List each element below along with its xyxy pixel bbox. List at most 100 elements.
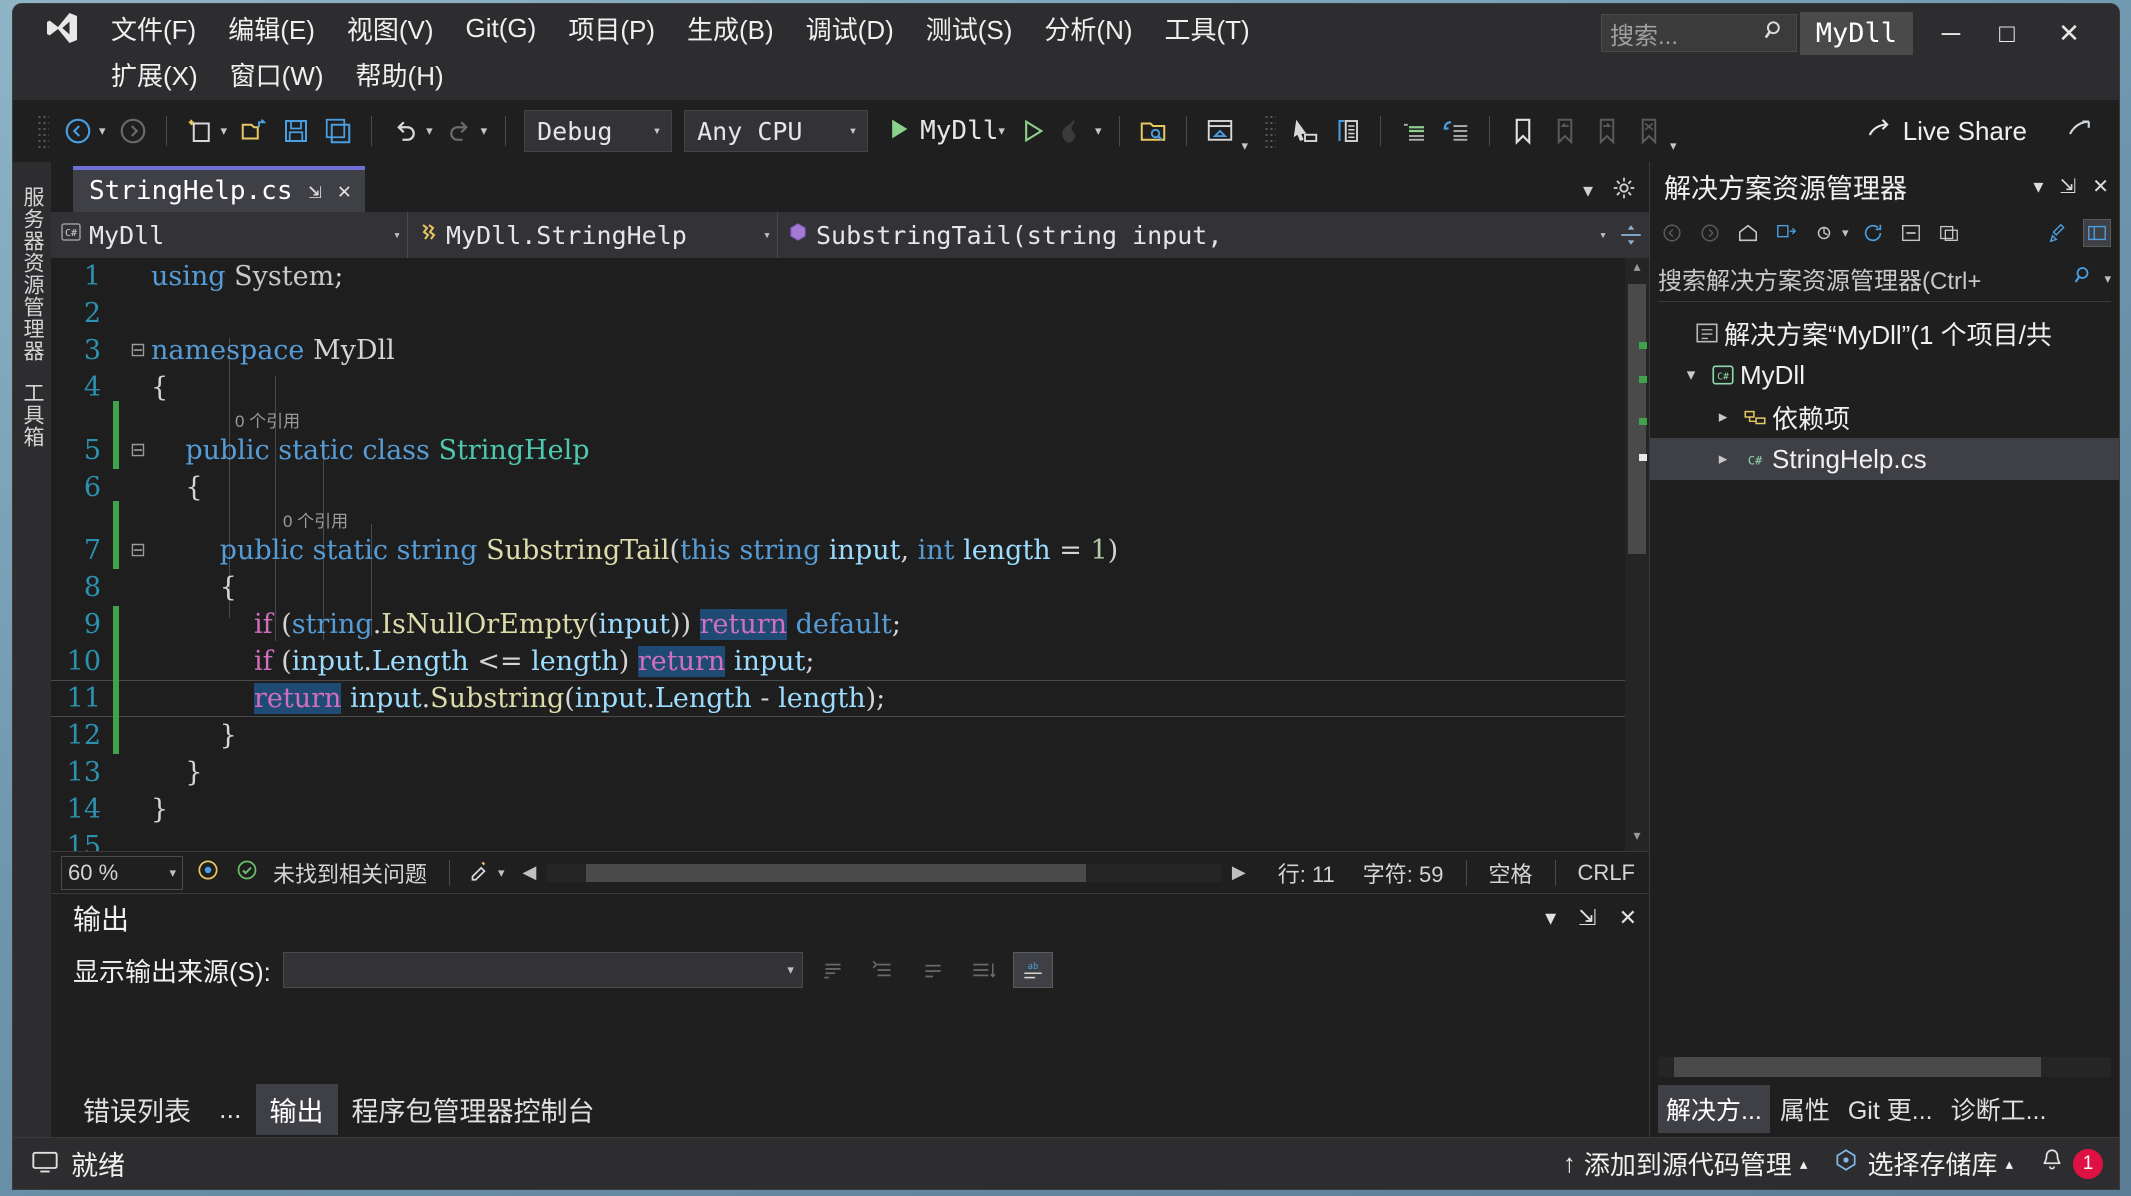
- fold-marker[interactable]: ⊟: [125, 439, 151, 462]
- code-editor[interactable]: 1 using System; 2 3 ⊟ namespace MyDll 4 …: [51, 258, 1649, 851]
- save-icon[interactable]: [278, 113, 314, 149]
- tab-git-changes[interactable]: Git 更...: [1840, 1085, 1941, 1133]
- pin-tab-icon[interactable]: ⇲: [309, 179, 322, 204]
- configuration-combobox[interactable]: Debug ▾: [524, 110, 673, 152]
- code-cleanup-icon[interactable]: [466, 857, 492, 889]
- platform-combobox[interactable]: Any CPU ▾: [684, 110, 869, 152]
- comment-icon[interactable]: [1396, 113, 1432, 149]
- properties-icon[interactable]: [2045, 219, 2073, 247]
- editor-settings-gear-icon[interactable]: [1611, 175, 1637, 206]
- navbar-member-combobox[interactable]: SubstringTail(string input, ▾: [778, 212, 1613, 258]
- tree-node-stringhelp-cs[interactable]: ▸ C# StringHelp.cs: [1650, 438, 2119, 480]
- hscroll-right-arrow-icon[interactable]: ▶: [1232, 862, 1246, 883]
- tab-overflow[interactable]: ...: [205, 1088, 256, 1131]
- close-button[interactable]: ✕: [2041, 12, 2097, 54]
- tree-expander[interactable]: ▸: [1708, 449, 1738, 469]
- menu-item-debug[interactable]: 调试(D): [790, 4, 910, 53]
- output-clear-all-icon[interactable]: [863, 952, 903, 988]
- output-close-icon[interactable]: ✕: [1619, 905, 1637, 931]
- notifications-button[interactable]: 1: [2039, 1147, 2103, 1180]
- menu-item-analyze[interactable]: 分析(N): [1028, 4, 1148, 53]
- navigate-back-dropdown-icon[interactable]: ▾: [99, 123, 106, 139]
- global-search-input[interactable]: 搜索...: [1601, 14, 1797, 52]
- indentation-mode[interactable]: 空格: [1475, 857, 1547, 889]
- show-all-files-panel-icon[interactable]: [1935, 219, 1963, 247]
- pending-changes-filter-icon[interactable]: [1772, 219, 1800, 247]
- editor-horizontal-scrollbar[interactable]: [546, 863, 1222, 882]
- menu-item-project[interactable]: 项目(P): [552, 4, 671, 53]
- scroll-down-arrow-icon[interactable]: ▾: [1625, 827, 1649, 849]
- solution-explorer-collapse-icon[interactable]: ▾: [2033, 174, 2043, 199]
- solution-explorer-pin-icon[interactable]: ⇲: [2059, 174, 2076, 199]
- tab-solution-explorer[interactable]: 解决方...: [1658, 1085, 1770, 1133]
- menu-item-window[interactable]: 窗口(W): [214, 50, 340, 99]
- solution-explorer-horizontal-scrollbar[interactable]: [1658, 1057, 2111, 1077]
- solution-explorer-close-icon[interactable]: ✕: [2092, 174, 2109, 199]
- redo-icon[interactable]: [442, 113, 478, 149]
- show-all-files-icon[interactable]: [1135, 113, 1171, 149]
- menu-item-edit[interactable]: 编辑(E): [212, 4, 331, 53]
- new-item-icon[interactable]: [182, 113, 218, 149]
- scroll-up-arrow-icon[interactable]: ▴: [1625, 258, 1649, 280]
- intellicode-icon[interactable]: [195, 857, 221, 889]
- redo-dropdown-icon[interactable]: ▾: [481, 123, 488, 139]
- tree-node-solution[interactable]: 解决方案“MyDll”(1 个项目/共: [1650, 312, 2119, 354]
- fold-marker[interactable]: ⊟: [125, 539, 151, 562]
- menu-item-view[interactable]: 视图(V): [331, 4, 450, 53]
- tree-expander[interactable]: ▾: [1676, 365, 1706, 385]
- output-collapse-icon[interactable]: ▾: [1545, 905, 1556, 931]
- live-share-button[interactable]: Live Share: [1865, 114, 2027, 149]
- codelens-references[interactable]: 0 个引用: [151, 507, 348, 532]
- menu-item-extensions[interactable]: 扩展(X): [95, 50, 214, 99]
- menu-item-git[interactable]: Git(G): [450, 7, 553, 50]
- solution-explorer-search-input[interactable]: 搜索解决方案资源管理器(Ctrl+ ▾: [1658, 256, 2111, 302]
- output-text-area[interactable]: [51, 998, 1649, 1081]
- chevron-down-icon[interactable]: ▾: [2104, 271, 2111, 287]
- sidebar-item-toolbox[interactable]: 工具箱: [13, 372, 51, 458]
- editor-vertical-scrollbar[interactable]: ▴ ▾: [1625, 258, 1649, 851]
- next-bookmark-icon[interactable]: [1589, 113, 1625, 149]
- home-icon[interactable]: [1734, 219, 1762, 247]
- properties-window-icon[interactable]: [1202, 113, 1238, 149]
- tab-stringhelp-cs[interactable]: StringHelp.cs ⇲ ✕: [73, 166, 365, 212]
- toggle-bookmark-icon[interactable]: [1505, 113, 1541, 149]
- clear-bookmarks-icon[interactable]: [1631, 113, 1667, 149]
- tree-expander[interactable]: ▸: [1708, 407, 1738, 427]
- toolbar-overflow-icon[interactable]: ▾: [1241, 138, 1248, 154]
- output-pin-icon[interactable]: ⇲: [1578, 905, 1596, 931]
- minimize-button[interactable]: ─: [1923, 12, 1979, 54]
- sync-with-active-document-icon[interactable]: [1810, 219, 1838, 247]
- line-ending-mode[interactable]: CRLF: [1564, 860, 1649, 886]
- hot-reload-dropdown-icon[interactable]: ▾: [1095, 123, 1102, 139]
- select-element-icon[interactable]: [1287, 113, 1323, 149]
- output-find-message-icon[interactable]: [813, 952, 853, 988]
- menu-item-build[interactable]: 生成(B): [671, 4, 790, 53]
- feedback-icon[interactable]: [2065, 114, 2095, 149]
- start-debugging-button[interactable]: MyDll: [884, 115, 998, 148]
- menu-item-help[interactable]: 帮助(H): [340, 50, 460, 99]
- toolbar-grip[interactable]: [37, 114, 49, 148]
- navigate-back-icon[interactable]: [60, 113, 96, 149]
- maximize-button[interactable]: □: [1979, 12, 2035, 54]
- search-icon[interactable]: [2072, 264, 2096, 293]
- forward-icon[interactable]: [1696, 219, 1724, 247]
- toolbar-grip-2[interactable]: [1264, 114, 1276, 148]
- hscroll-left-arrow-icon[interactable]: ◀: [523, 862, 537, 883]
- menu-item-file[interactable]: 文件(F): [95, 4, 212, 53]
- navigate-forward-icon[interactable]: [115, 113, 151, 149]
- toggle-designer-icon[interactable]: [1329, 113, 1365, 149]
- add-to-source-control-button[interactable]: ↑ 添加到源代码管理 ▴: [1563, 1145, 1808, 1182]
- navbar-project-combobox[interactable]: C# MyDll ▾: [51, 212, 408, 258]
- undo-dropdown-icon[interactable]: ▾: [426, 123, 433, 139]
- output-vertical-scroll-icon[interactable]: [963, 952, 1003, 988]
- chevron-down-icon[interactable]: ▾: [1842, 225, 1849, 241]
- new-item-dropdown-icon[interactable]: ▾: [221, 123, 228, 139]
- sidebar-item-server-explorer[interactable]: 服务器资源管理器: [13, 176, 51, 372]
- menu-item-test[interactable]: 测试(S): [910, 4, 1029, 53]
- tab-properties[interactable]: 属性: [1772, 1085, 1838, 1133]
- save-all-icon[interactable]: [320, 113, 356, 149]
- codelens-references[interactable]: 0 个引用: [151, 407, 300, 432]
- undo-icon[interactable]: [387, 113, 423, 149]
- tab-diagnostic-tools[interactable]: 诊断工...: [1943, 1085, 2055, 1133]
- scrollbar-thumb[interactable]: [586, 863, 1087, 882]
